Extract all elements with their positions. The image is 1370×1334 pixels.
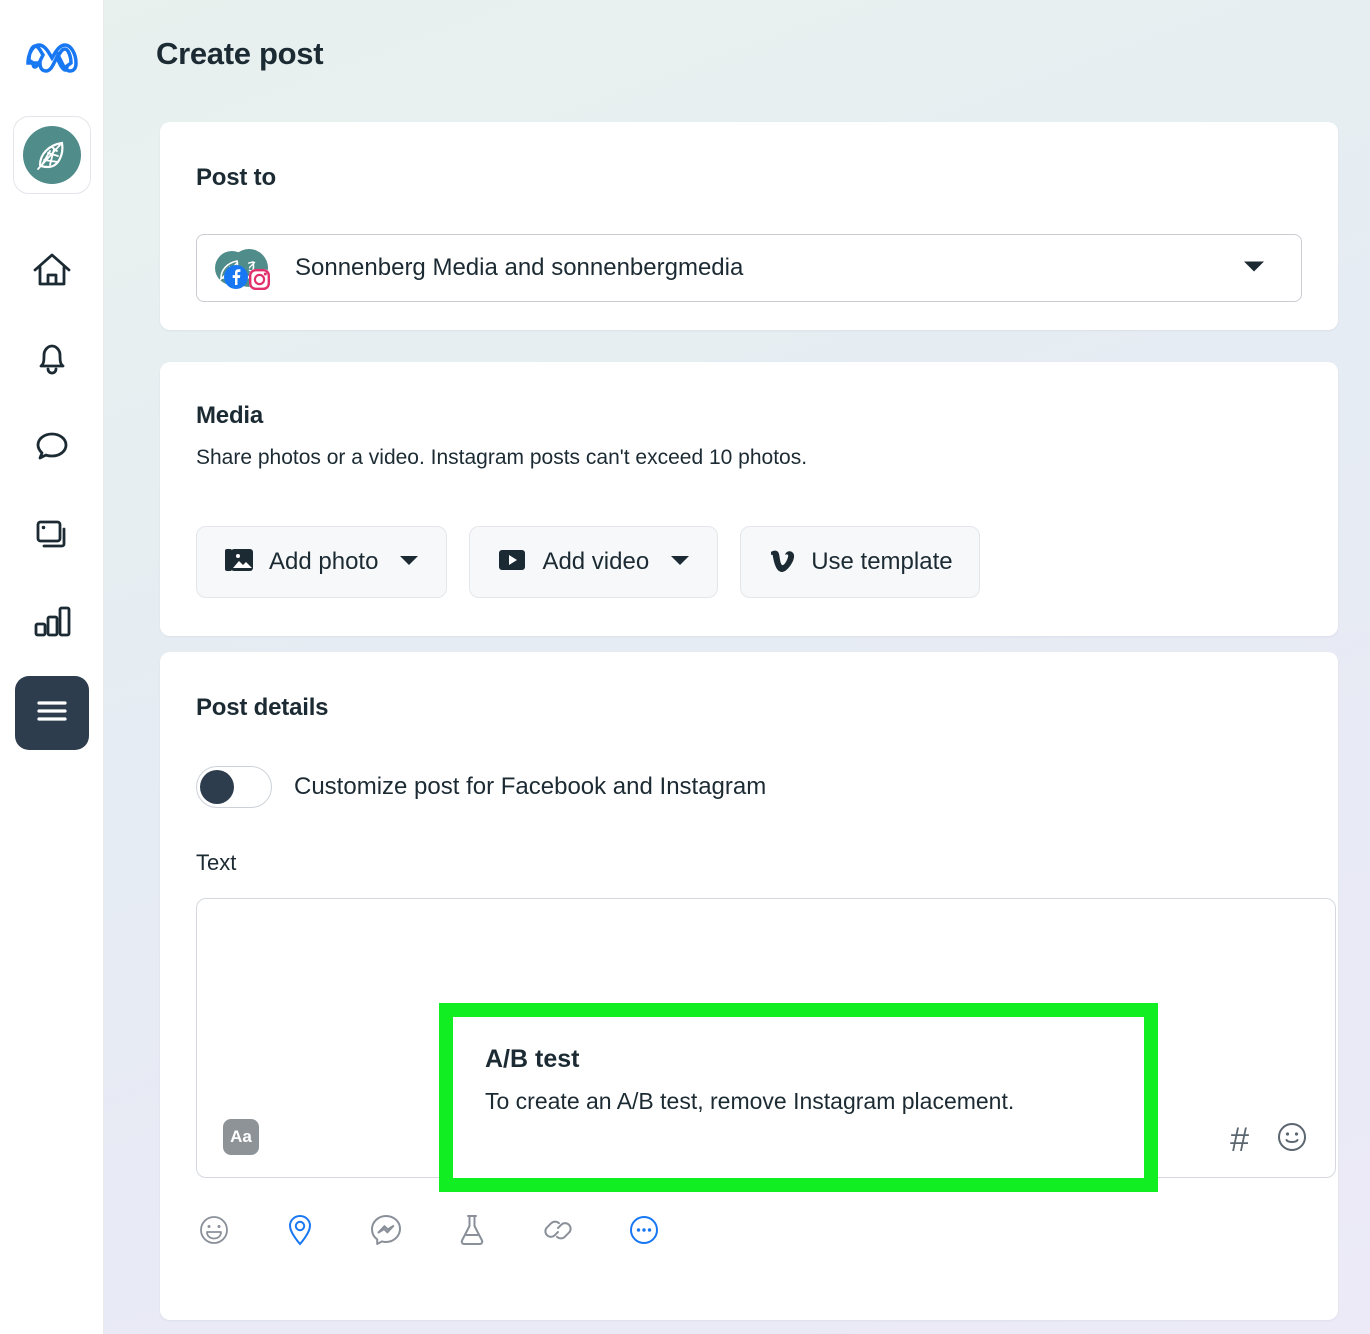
sidebar-item-posts[interactable]	[16, 490, 88, 578]
ab-test-tooltip: A/B test To create an A/B test, remove I…	[453, 1017, 1144, 1178]
sidebar-item-messages[interactable]	[16, 402, 88, 490]
post-to-heading: Post to	[196, 164, 276, 191]
font-style-button[interactable]: Aa	[223, 1119, 259, 1155]
add-video-label: Add video	[542, 548, 650, 575]
ab-test-tooltip-body: To create an A/B test, remove Instagram …	[485, 1088, 1015, 1114]
messenger-icon[interactable]	[368, 1212, 404, 1248]
sidebar-item-home[interactable]	[16, 226, 88, 314]
add-photo-button[interactable]: Add photo	[196, 526, 448, 598]
ab-test-tooltip-highlight: A/B test To create an A/B test, remove I…	[439, 1003, 1158, 1192]
chevron-down-icon[interactable]	[669, 553, 691, 572]
media-description: Share photos or a video. Instagram posts…	[196, 446, 808, 469]
video-play-icon	[496, 545, 528, 580]
use-template-button[interactable]: Use template	[740, 526, 980, 598]
bar-chart-icon	[29, 602, 75, 642]
sonnenberg-media-avatar	[22, 126, 81, 184]
post-composer-toolbar	[196, 1212, 662, 1248]
post-to-select[interactable]: Sonnenberg Media and sonnenbergmedia	[196, 234, 1302, 302]
hashtag-icon[interactable]: #	[1230, 1123, 1249, 1157]
chevron-down-icon[interactable]	[398, 553, 420, 572]
emoji-smiley-icon[interactable]	[1275, 1120, 1309, 1159]
post-to-value: Sonnenberg Media and sonnenbergmedia	[295, 254, 744, 281]
posts-icon	[30, 513, 74, 555]
post-to-avatars	[215, 244, 285, 292]
more-options-icon[interactable]	[626, 1212, 662, 1248]
emoji-face-icon[interactable]	[196, 1212, 232, 1248]
photo-icon	[223, 545, 255, 580]
media-heading: Media	[196, 402, 264, 429]
text-field-right-icons: #	[1230, 1120, 1309, 1159]
toggle-knob	[200, 770, 234, 804]
post-details-card: Post details Customize post for Facebook…	[160, 652, 1338, 1320]
customize-post-toggle[interactable]	[196, 766, 272, 808]
sidebar-item-notifications[interactable]	[16, 314, 88, 402]
bell-icon	[31, 336, 73, 380]
hamburger-menu-icon	[34, 698, 70, 729]
post-details-heading: Post details	[196, 694, 329, 721]
left-nav-rail	[0, 0, 104, 1334]
home-icon	[29, 248, 75, 292]
sidebar-item-all-tools[interactable]	[14, 676, 89, 750]
media-card: Media Share photos or a video. Instagram…	[160, 362, 1338, 636]
meta-logo[interactable]	[20, 34, 84, 78]
brand-avatar-button[interactable]	[12, 116, 91, 194]
sidebar-item-insights[interactable]	[16, 578, 88, 666]
post-to-card: Post to Sonnenberg Media and sonnenbergm…	[160, 122, 1338, 330]
link-icon[interactable]	[540, 1212, 576, 1248]
text-field-label: Text	[196, 850, 237, 875]
vimeo-v-icon	[767, 545, 797, 580]
add-video-button[interactable]: Add video	[469, 526, 719, 598]
flask-ab-test-icon[interactable]	[454, 1212, 490, 1248]
ab-test-tooltip-title: A/B test	[485, 1045, 580, 1073]
chat-bubble-icon	[30, 425, 74, 467]
chevron-down-icon[interactable]	[1241, 258, 1267, 279]
add-photo-label: Add photo	[269, 548, 379, 575]
page-title: Create post	[156, 36, 324, 71]
customize-post-toggle-label: Customize post for Facebook and Instagra…	[294, 773, 767, 800]
location-pin-icon[interactable]	[282, 1212, 318, 1248]
use-template-label: Use template	[811, 548, 953, 575]
media-buttons: Add photo Add video Use template	[196, 526, 980, 598]
customize-post-toggle-row: Customize post for Facebook and Instagra…	[196, 766, 766, 808]
